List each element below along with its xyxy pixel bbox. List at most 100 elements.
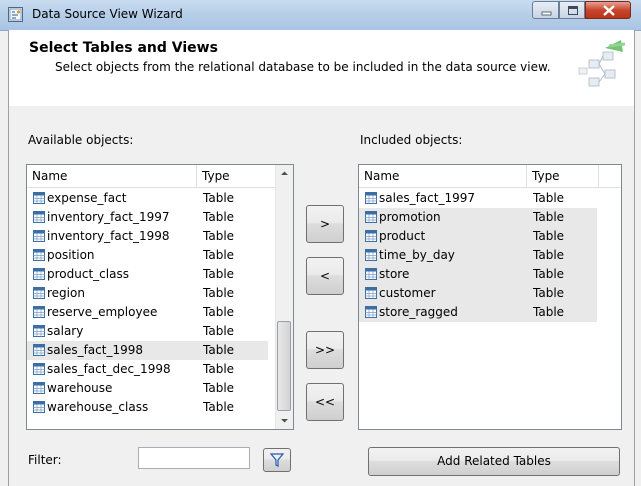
item-type: Table — [203, 229, 235, 243]
wizard-graphic-icon — [578, 40, 626, 87]
list-item[interactable]: salary Table — [27, 322, 268, 341]
list-item[interactable]: warehouse_class Table — [27, 398, 268, 417]
list-item[interactable]: product_class Table — [27, 265, 268, 284]
available-objects-list[interactable]: Name Type expense_fact Table inventory_fac… — [26, 164, 294, 430]
filter-button[interactable] — [263, 448, 291, 472]
list-item[interactable]: promotion Table — [359, 208, 597, 227]
item-type: Table — [203, 286, 235, 300]
list-item[interactable]: expense_fact Table — [27, 189, 268, 208]
remove-all-button[interactable]: << — [306, 383, 344, 421]
list-item[interactable]: store_ragged Table — [359, 303, 597, 322]
item-type: Table — [533, 191, 565, 205]
list-item[interactable]: store Table — [359, 265, 597, 284]
table-icon — [365, 287, 377, 299]
maximize-icon — [568, 6, 578, 15]
table-icon — [365, 211, 377, 223]
item-name: product_class — [47, 267, 129, 281]
item-type: Table — [533, 248, 565, 262]
add-selected-button[interactable]: > — [306, 205, 344, 243]
item-name: sales_fact_1998 — [47, 343, 143, 357]
remove-selected-button[interactable]: < — [306, 257, 344, 295]
scrollbar-thumb[interactable] — [277, 321, 291, 411]
included-list-header: Name Type — [359, 165, 621, 188]
list-item[interactable]: product Table — [359, 227, 597, 246]
item-name: warehouse — [47, 381, 113, 395]
item-name: sales_fact_dec_1998 — [47, 362, 171, 376]
available-objects-label: Available objects: — [28, 133, 134, 147]
table-icon — [33, 363, 45, 375]
list-item[interactable]: reserve_employee Table — [27, 303, 268, 322]
table-icon — [33, 401, 45, 413]
vertical-scrollbar[interactable] — [275, 165, 293, 429]
table-icon — [33, 192, 45, 204]
item-type: Table — [203, 362, 235, 376]
column-header-name[interactable]: Name — [27, 165, 197, 187]
list-item[interactable]: customer Table — [359, 284, 597, 303]
item-name: store — [379, 267, 410, 281]
table-icon — [33, 268, 45, 280]
list-item[interactable]: position Table — [27, 246, 268, 265]
close-icon — [603, 5, 615, 16]
column-header-type[interactable]: Type — [197, 165, 277, 187]
list-item[interactable]: region Table — [27, 284, 268, 303]
minimize-icon — [541, 11, 552, 16]
table-icon — [33, 325, 45, 337]
table-icon — [365, 192, 377, 204]
table-icon — [365, 249, 377, 261]
table-icon — [365, 230, 377, 242]
item-type: Table — [533, 267, 565, 281]
add-related-tables-button[interactable]: Add Related Tables — [368, 447, 620, 476]
minimize-button[interactable] — [532, 1, 559, 19]
title-bar: Data Source View Wizard — [0, 0, 641, 31]
item-name: store_ragged — [379, 305, 458, 319]
item-name: customer — [379, 286, 436, 300]
filter-input[interactable] — [138, 447, 250, 469]
close-button[interactable] — [585, 1, 631, 19]
add-all-button[interactable]: >> — [306, 331, 344, 369]
maximize-button[interactable] — [559, 1, 585, 19]
item-type: Table — [203, 267, 235, 281]
item-name: salary — [47, 324, 84, 338]
item-name: warehouse_class — [47, 400, 149, 414]
item-name: position — [47, 248, 95, 262]
list-item[interactable]: sales_fact_dec_1998 Table — [27, 360, 268, 379]
column-header-name[interactable]: Name — [359, 165, 527, 187]
item-type: Table — [203, 324, 235, 338]
item-type: Table — [203, 210, 235, 224]
item-type: Table — [203, 381, 235, 395]
filter-funnel-icon — [269, 453, 285, 467]
item-name: inventory_fact_1997 — [47, 210, 170, 224]
wizard-app-icon[interactable] — [8, 7, 23, 22]
list-item[interactable]: inventory_fact_1997 Table — [27, 208, 268, 227]
column-header-type[interactable]: Type — [527, 165, 599, 187]
scroll-up-arrow-icon[interactable] — [276, 165, 293, 182]
table-icon — [33, 230, 45, 242]
table-icon — [33, 249, 45, 261]
item-name: expense_fact — [47, 191, 127, 205]
table-icon — [33, 211, 45, 223]
item-name: promotion — [379, 210, 441, 224]
table-icon — [33, 287, 45, 299]
included-objects-list[interactable]: Name Type sales_fact_1997 Table promotion T… — [358, 164, 622, 430]
filter-label: Filter: — [28, 453, 62, 467]
item-type: Table — [203, 248, 235, 262]
item-type: Table — [203, 343, 235, 357]
item-type: Table — [533, 286, 565, 300]
item-name: reserve_employee — [47, 305, 158, 319]
item-type: Table — [533, 305, 565, 319]
wizard-header: Select Tables and Views Select objects f… — [8, 30, 635, 107]
scroll-down-arrow-icon[interactable] — [276, 412, 293, 429]
list-item[interactable]: time_by_day Table — [359, 246, 597, 265]
list-item[interactable]: inventory_fact_1998 Table — [27, 227, 268, 246]
included-objects-label: Included objects: — [360, 133, 463, 147]
item-type: Table — [533, 210, 565, 224]
list-item[interactable]: warehouse Table — [27, 379, 268, 398]
list-item[interactable]: sales_fact_1998 Table — [27, 341, 268, 360]
list-item[interactable]: sales_fact_1997 Table — [359, 189, 597, 208]
item-name: inventory_fact_1998 — [47, 229, 170, 243]
item-name: product — [379, 229, 426, 243]
item-type: Table — [203, 305, 235, 319]
window-title: Data Source View Wizard — [32, 7, 183, 21]
table-icon — [33, 306, 45, 318]
item-name: sales_fact_1997 — [379, 191, 475, 205]
